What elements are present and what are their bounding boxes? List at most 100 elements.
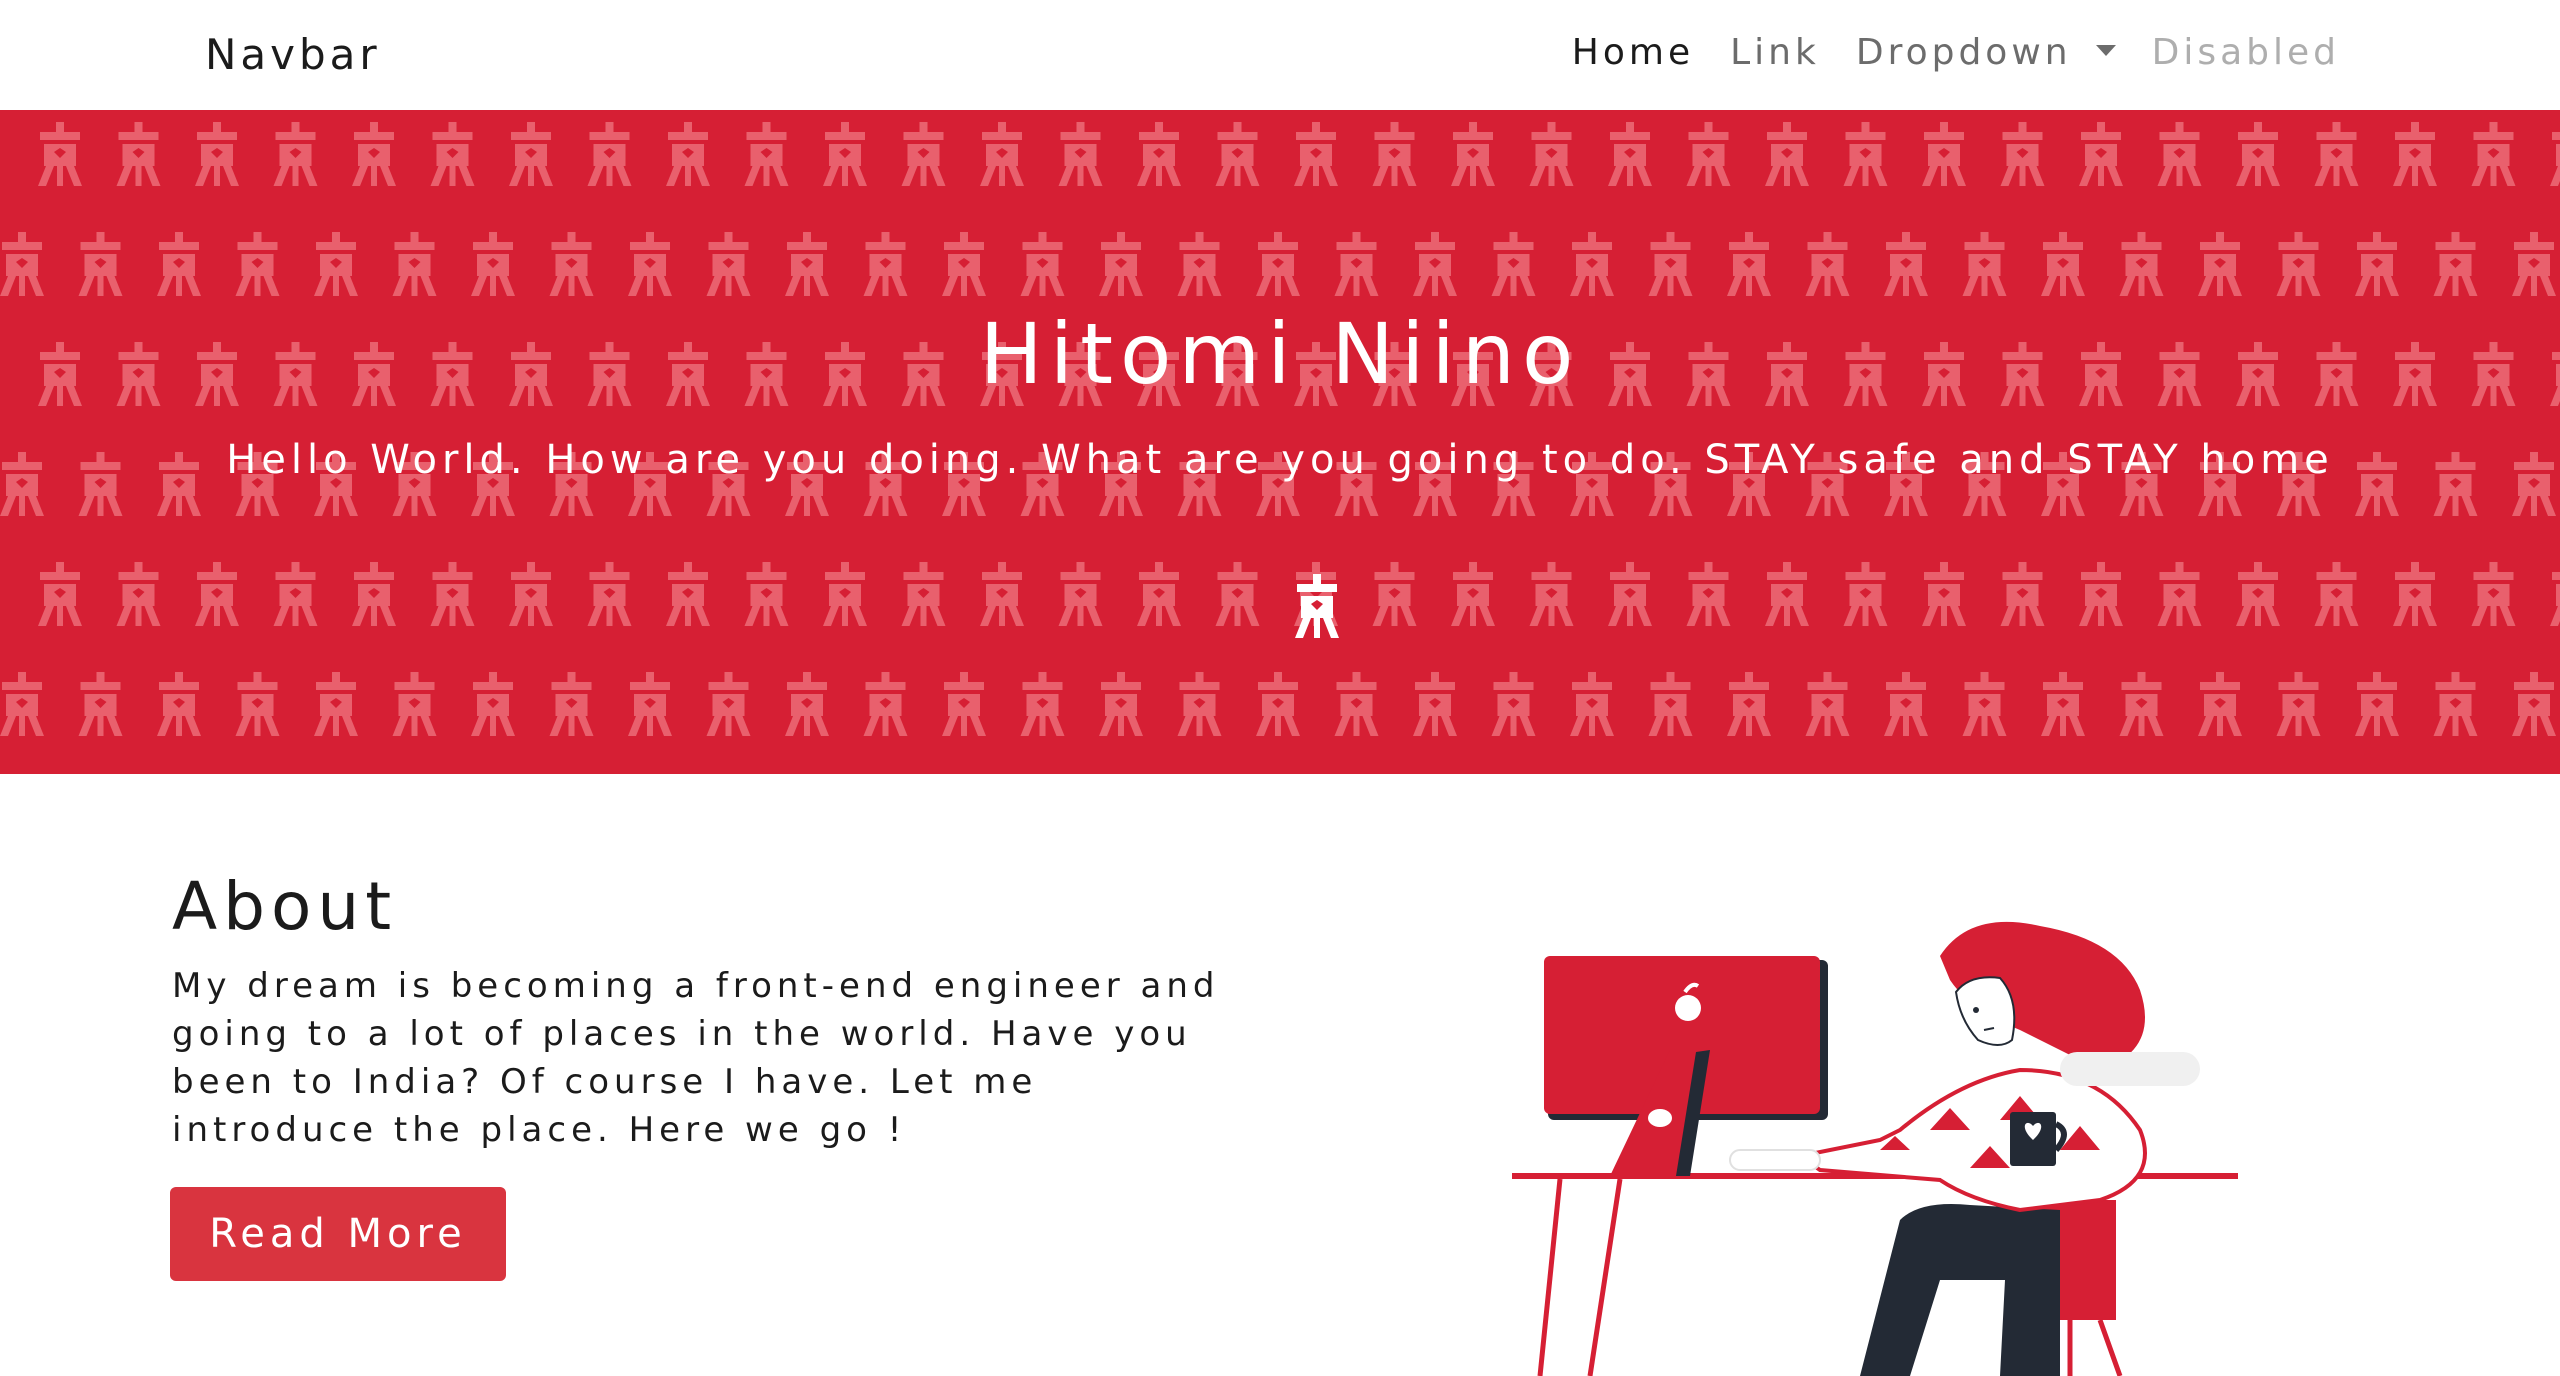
tower-pattern-icon xyxy=(1020,672,1065,736)
tower-pattern-icon xyxy=(1137,562,1181,626)
tower-pattern-icon xyxy=(78,672,123,736)
tower-pattern-icon xyxy=(1491,672,1536,736)
nav-dropdown[interactable]: Dropdown xyxy=(1856,32,2116,73)
tower-pattern-icon xyxy=(1334,232,1379,296)
tower-pattern-icon xyxy=(863,672,908,736)
nav-link-dropdown[interactable]: Dropdown xyxy=(1856,32,2072,73)
hero-banner: Hitomi Niino Hello World. How are you do… xyxy=(0,110,2560,774)
nav-link-home[interactable]: Home xyxy=(1572,32,1694,73)
tower-pattern-icon xyxy=(78,452,123,516)
tower-pattern-icon xyxy=(863,232,908,296)
tower-pattern-icon xyxy=(1334,672,1379,736)
tower-pattern-icon xyxy=(2512,232,2556,296)
tower-pattern-icon xyxy=(273,122,318,186)
nav-link-disabled: Disabled xyxy=(2151,32,2340,73)
nav-links: Home Link Dropdown Disabled xyxy=(1572,32,2340,73)
tower-pattern-icon xyxy=(628,232,672,296)
tower-pattern-icon xyxy=(706,232,751,296)
tower-pattern-icon xyxy=(2355,672,2399,736)
tower-pattern-icon xyxy=(471,672,515,736)
tower-pattern-icon xyxy=(38,562,82,626)
tower-pattern-icon xyxy=(2471,562,2516,626)
tower-pattern-icon xyxy=(549,232,594,296)
tower-pattern-icon xyxy=(157,452,201,516)
tower-pattern-icon xyxy=(2433,452,2478,516)
tower-pattern-icon xyxy=(2276,672,2321,736)
tower-pattern-icon xyxy=(1608,122,1652,186)
tower-pattern-icon xyxy=(2119,672,2164,736)
tower-pattern-icon xyxy=(471,232,515,296)
tower-pattern-icon xyxy=(1843,562,1888,626)
tower-pattern-icon xyxy=(2119,232,2164,296)
tower-pattern-icon xyxy=(2079,122,2123,186)
caret-down-icon xyxy=(2095,45,2116,56)
tower-pattern-icon xyxy=(1962,672,2007,736)
tower-pattern-icon xyxy=(1648,672,1693,736)
tower-pattern-icon xyxy=(666,562,710,626)
tower-pattern-icon xyxy=(2198,232,2242,296)
tower-pattern-icon xyxy=(980,122,1024,186)
tower-pattern-icon xyxy=(1215,562,1260,626)
tower-pattern-icon xyxy=(157,232,201,296)
tower-pattern-icon xyxy=(235,232,280,296)
tower-pattern-icon xyxy=(2433,232,2478,296)
tower-pattern-icon xyxy=(2157,562,2202,626)
about-title: About xyxy=(172,868,398,945)
tower-pattern-icon xyxy=(2550,122,2560,186)
tower-pattern-icon xyxy=(1372,122,1417,186)
tower-pattern-icon xyxy=(1922,562,1966,626)
tower-pattern-icon xyxy=(2157,122,2202,186)
tower-pattern-icon xyxy=(2355,232,2399,296)
tower-pattern-icon xyxy=(1215,122,1260,186)
tower-pattern-icon xyxy=(2198,672,2242,736)
tower-pattern-icon xyxy=(901,562,946,626)
tower-pattern-icon xyxy=(942,672,986,736)
tower-pattern-icon xyxy=(1413,672,1457,736)
tower-pattern-icon xyxy=(2276,232,2321,296)
read-more-button[interactable]: Read More xyxy=(170,1187,506,1281)
tower-pattern-icon xyxy=(509,122,553,186)
tower-pattern-icon xyxy=(587,562,632,626)
tower-pattern-icon xyxy=(1884,672,1928,736)
tower-pattern-icon xyxy=(1099,232,1143,296)
woman-at-computer-illustration xyxy=(1512,921,2238,1376)
tower-pattern-icon xyxy=(1805,232,1850,296)
tower-pattern-icon xyxy=(1529,122,1574,186)
tower-pattern-icon xyxy=(744,122,789,186)
tower-pattern-icon xyxy=(2041,232,2085,296)
tower-pattern-icon xyxy=(2314,122,2359,186)
tower-pattern-icon xyxy=(78,232,123,296)
tower-pattern-icon xyxy=(901,122,946,186)
tower-pattern-icon xyxy=(1177,672,1222,736)
tower-pattern-icon xyxy=(1451,122,1495,186)
navbar-brand[interactable]: Navbar xyxy=(205,30,381,79)
tower-pattern-icon xyxy=(2471,122,2516,186)
nav-link-link[interactable]: Link xyxy=(1730,32,1820,73)
tower-pattern-icon xyxy=(1922,122,1966,186)
tower-pattern-icon xyxy=(2079,562,2123,626)
tower-pattern-icon xyxy=(1805,672,1850,736)
tower-pattern-icon xyxy=(785,232,829,296)
tower-pattern-icon xyxy=(314,672,358,736)
tower-pattern-icon xyxy=(1765,562,1809,626)
tower-pattern-icon xyxy=(392,232,437,296)
tower-pattern-icon xyxy=(823,562,867,626)
tower-pattern-icon xyxy=(1372,562,1417,626)
tower-pattern-icon xyxy=(116,122,161,186)
tower-pattern-icon xyxy=(1884,232,1928,296)
tower-pattern-icon xyxy=(1491,232,1536,296)
tower-pattern-icon xyxy=(314,232,358,296)
tower-pattern-icon xyxy=(785,672,829,736)
tower-pattern-icon xyxy=(0,672,44,736)
tower-pattern-icon xyxy=(942,232,986,296)
hero-subtitle: Hello World. How are you doing. What are… xyxy=(226,437,2334,483)
tower-pattern-icon xyxy=(1413,232,1457,296)
tower-pattern-icon xyxy=(1962,232,2007,296)
tower-pattern-icon xyxy=(1177,232,1222,296)
tower-pattern-icon xyxy=(2314,562,2359,626)
tower-pattern-icon xyxy=(2512,452,2556,516)
tower-pattern-icon xyxy=(1294,122,1338,186)
tower-pattern-icon xyxy=(628,672,672,736)
tower-pattern-icon xyxy=(1058,122,1103,186)
tower-pattern-icon xyxy=(1570,672,1614,736)
